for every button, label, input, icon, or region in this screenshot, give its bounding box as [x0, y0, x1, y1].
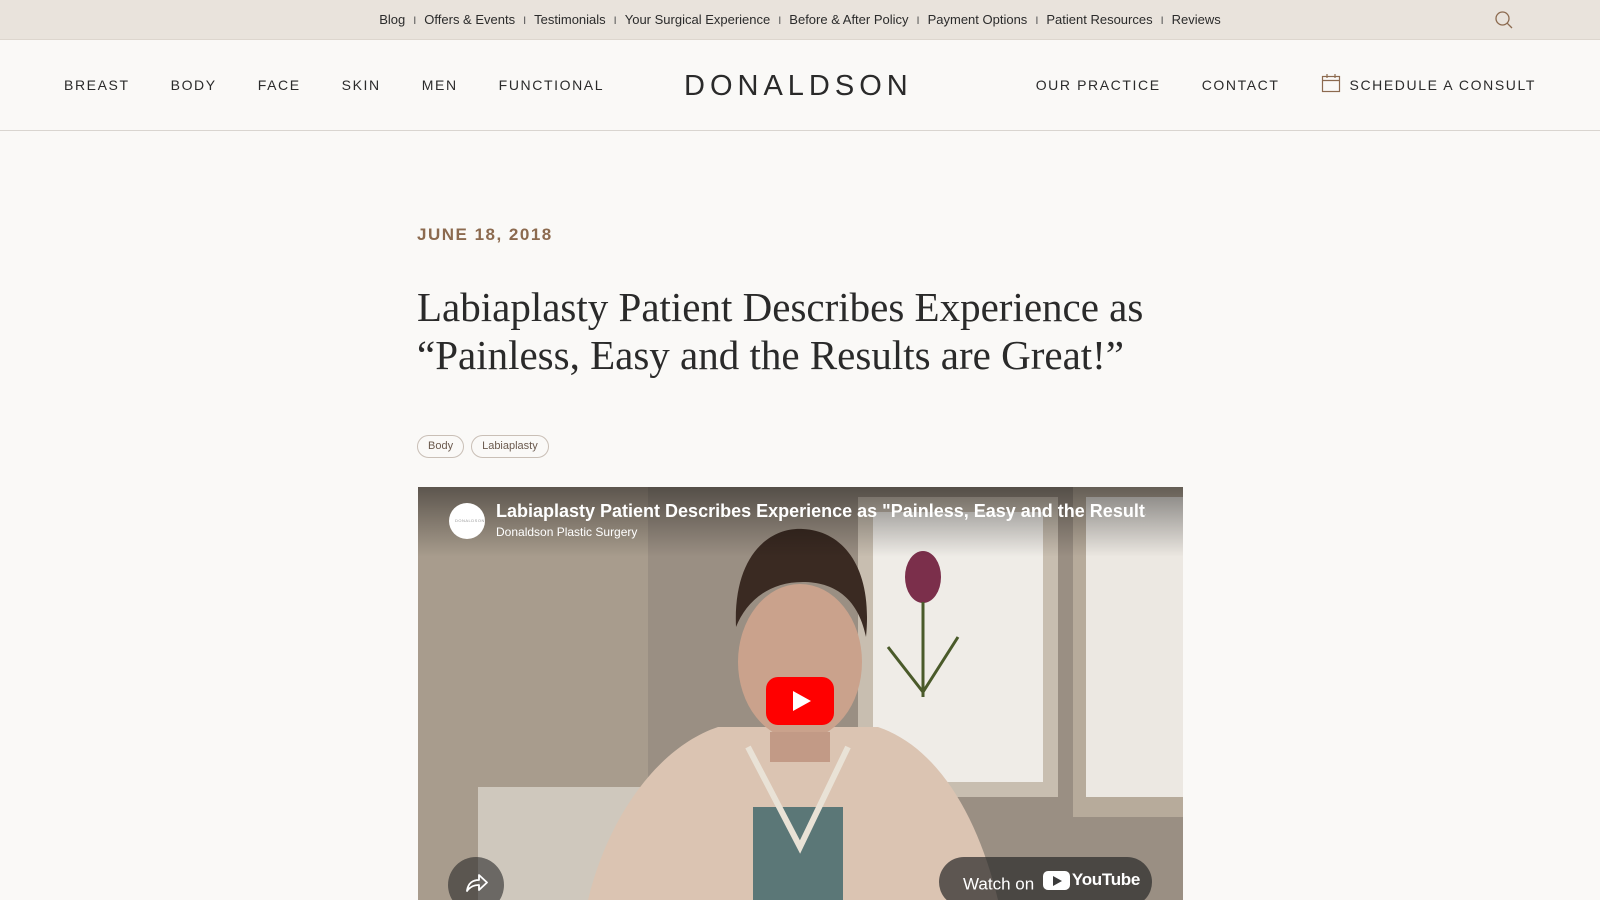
tag-body[interactable]: Body [417, 435, 465, 458]
youtube-logo: YouTube [1042, 870, 1141, 890]
utility-links: Blog I Offers & Events I Testimonials I Your S… [0, 12, 1600, 27]
nav-item-skin[interactable]: SKIN [342, 77, 381, 93]
youtube-wordmark: YouTube [1071, 870, 1141, 889]
utility-link-blog[interactable]: Blog [379, 12, 405, 27]
utility-link-offers[interactable]: Offers & Events [424, 12, 515, 27]
utility-link-surgical-experience[interactable]: Your Surgical Experience [625, 12, 771, 27]
channel-avatar[interactable]: DONALDSON [449, 503, 485, 539]
post-date: JUNE 18, 2018 [417, 225, 553, 244]
post-title: Labiaplasty Patient Describes Experience… [417, 284, 1144, 378]
main-nav: BREAST BODY FACE SKIN MEN FUNCTIONAL DON… [0, 40, 1600, 131]
watch-on-youtube-button[interactable]: Watch on YouTube [939, 857, 1152, 900]
channel-avatar-text: DONALDSON [455, 518, 485, 523]
separator: I [1160, 15, 1164, 27]
nav-item-face[interactable]: FACE [258, 77, 301, 93]
utility-link-patient-resources[interactable]: Patient Resources [1046, 12, 1152, 27]
nav-item-breast[interactable]: BREAST [64, 77, 130, 93]
utility-link-reviews[interactable]: Reviews [1172, 12, 1221, 27]
nav-item-body[interactable]: BODY [171, 77, 217, 93]
youtube-play-icon [1042, 870, 1070, 890]
primary-menu: BREAST BODY FACE SKIN MEN FUNCTIONAL [64, 77, 645, 93]
tag-list: Body Labiaplasty [417, 435, 1182, 458]
utility-link-testimonials[interactable]: Testimonials [534, 12, 606, 27]
separator: I [523, 15, 527, 27]
share-icon [466, 874, 488, 892]
separator: I [778, 15, 782, 27]
video-header [418, 487, 1183, 557]
tag-labiaplasty[interactable]: Labiaplasty [471, 435, 549, 458]
utility-bar: Blog I Offers & Events I Testimonials I Your S… [0, 0, 1600, 40]
play-icon[interactable] [766, 677, 834, 725]
article: JUNE 18, 2018 Labiaplasty Patient Descri… [417, 225, 1182, 458]
schedule-consult-link[interactable]: SCHEDULE A CONSULT [1321, 74, 1536, 93]
nav-item-our-practice[interactable]: OUR PRACTICE [1036, 77, 1161, 93]
nav-item-men[interactable]: MEN [422, 77, 458, 93]
video-title[interactable]: Labiaplasty Patient Describes Experience… [496, 501, 1146, 522]
utility-link-payment-options[interactable]: Payment Options [928, 12, 1028, 27]
site-logo[interactable]: DONALDSON [684, 70, 913, 103]
separator: I [916, 15, 920, 27]
nav-item-functional[interactable]: FUNCTIONAL [499, 77, 604, 93]
video-channel-name[interactable]: Donaldson Plastic Surgery [496, 525, 637, 539]
secondary-menu: OUR PRACTICE CONTACT SCHEDULE A CONSULT [995, 74, 1536, 93]
nav-item-contact[interactable]: CONTACT [1202, 77, 1280, 93]
search-icon[interactable] [1494, 10, 1514, 30]
separator: I [613, 15, 617, 27]
separator: I [1035, 15, 1039, 27]
watch-on-label: Watch on [963, 874, 1035, 894]
utility-link-before-after-policy[interactable]: Before & After Policy [789, 12, 908, 27]
separator: I [413, 15, 417, 27]
schedule-consult-label: SCHEDULE A CONSULT [1349, 77, 1536, 93]
video-player[interactable]: DONALDSON Labiaplasty Patient Describes … [418, 487, 1183, 900]
calendar-icon [1321, 74, 1340, 93]
